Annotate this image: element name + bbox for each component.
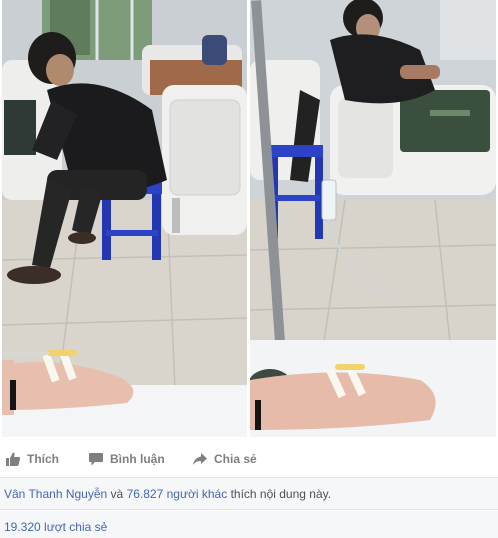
shares-count-link[interactable]: 19.320 lượt chia sẻ [4,520,107,534]
likes-and-word: và [110,487,124,501]
hospital-photo-right [250,0,496,437]
hospital-photo-left [2,0,247,437]
thumbs-up-icon [6,452,21,466]
liker-name-link[interactable]: Vân Thanh Nguyễn [4,487,107,501]
comment-button[interactable]: Bình luận [88,451,165,467]
likes-suffix: thích nội dung này. [230,487,332,501]
photo-collage [0,0,498,437]
likes-summary: Vân Thanh Nguyễn và 76.827 người khác th… [0,478,498,510]
shares-summary: 19.320 lượt chia sẻ [0,511,498,538]
like-button[interactable]: Thích [5,451,59,467]
post-action-bar: Thích Bình luận Chia sẻ [0,442,498,478]
comment-label: Bình luận [110,452,165,466]
share-button[interactable]: Chia sẻ [192,451,257,467]
photo-right[interactable] [250,0,496,437]
photo-left[interactable] [2,0,247,437]
speech-bubble-icon [89,453,103,466]
other-likers-link[interactable]: 76.827 người khác [127,487,228,501]
like-label: Thích [27,452,59,466]
share-label: Chia sẻ [214,452,257,466]
share-arrow-icon [193,453,207,465]
